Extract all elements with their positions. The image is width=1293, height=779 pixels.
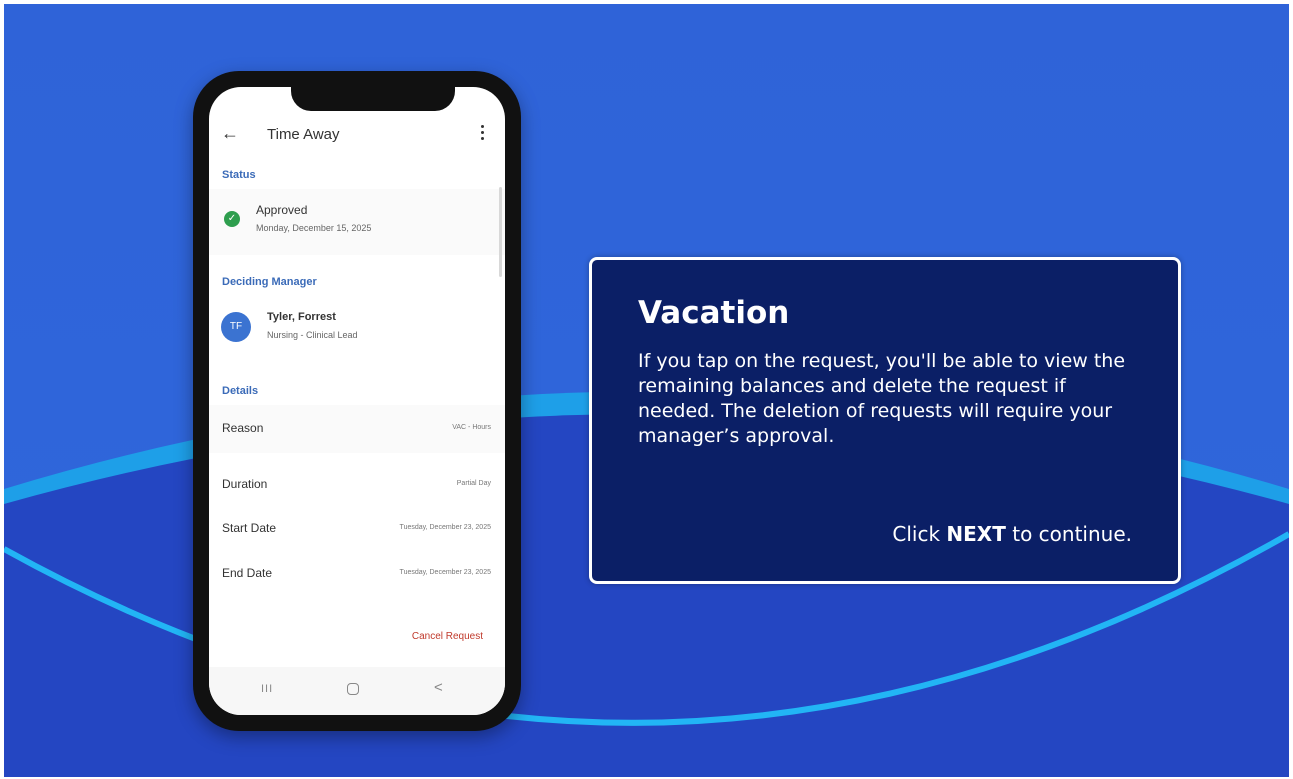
phone-notch bbox=[291, 87, 455, 111]
arrow-left-icon[interactable]: ← bbox=[221, 123, 239, 144]
slide: ← Time Away Status ✓ Approved Monday, De… bbox=[4, 4, 1289, 777]
more-vertical-icon[interactable] bbox=[477, 122, 487, 144]
status-date: Monday, December 15, 2025 bbox=[256, 223, 372, 233]
app-title: Time Away bbox=[267, 126, 340, 143]
detail-value: VAC - Hours bbox=[452, 424, 491, 431]
phone-mockup: ← Time Away Status ✓ Approved Monday, De… bbox=[193, 71, 521, 731]
status-section-label: Status bbox=[222, 169, 256, 181]
cta-suffix: to continue. bbox=[1005, 522, 1132, 546]
home-icon[interactable] bbox=[347, 683, 359, 695]
detail-value: Tuesday, December 23, 2025 bbox=[399, 524, 491, 531]
manager-section-label: Deciding Manager bbox=[222, 276, 317, 288]
manager-role: Nursing - Clinical Lead bbox=[267, 330, 358, 340]
avatar: TF bbox=[221, 312, 251, 342]
manager-name: Tyler, Forrest bbox=[267, 311, 336, 323]
detail-row-end-date: End Date Tuesday, December 23, 2025 bbox=[209, 552, 505, 600]
phone-screen: ← Time Away Status ✓ Approved Monday, De… bbox=[209, 87, 505, 715]
info-title: Vacation bbox=[638, 295, 790, 331]
detail-value: Partial Day bbox=[456, 480, 491, 487]
detail-row-duration: Duration Partial Day bbox=[209, 463, 505, 511]
check-circle-icon: ✓ bbox=[224, 211, 240, 227]
cancel-request-button[interactable]: Cancel Request bbox=[412, 631, 483, 642]
status-value: Approved bbox=[256, 203, 308, 217]
detail-label: Reason bbox=[222, 421, 264, 435]
nav-back-button[interactable]: < bbox=[434, 679, 443, 696]
detail-label: Start Date bbox=[222, 521, 277, 535]
detail-label: Duration bbox=[222, 477, 268, 491]
android-nav-bar: III < bbox=[209, 667, 505, 715]
details-section-label: Details bbox=[222, 385, 259, 397]
status-row: ✓ Approved Monday, December 15, 2025 bbox=[209, 189, 505, 255]
recent-apps-button[interactable]: III bbox=[261, 683, 273, 695]
detail-label: End Date bbox=[222, 566, 273, 580]
cta-prefix: Click bbox=[892, 522, 947, 546]
detail-value: Tuesday, December 23, 2025 bbox=[399, 569, 491, 576]
info-panel: Vacation If you tap on the request, you'… bbox=[589, 257, 1181, 584]
app-bar: ← Time Away bbox=[209, 121, 505, 149]
detail-row-start-date: Start Date Tuesday, December 23, 2025 bbox=[209, 507, 505, 555]
scrollbar[interactable] bbox=[499, 187, 502, 277]
detail-row-reason: Reason VAC - Hours bbox=[209, 405, 505, 453]
cta-next-keyword: NEXT bbox=[946, 522, 1006, 546]
next-instruction: Click NEXT to continue. bbox=[892, 522, 1132, 546]
info-body: If you tap on the request, you'll be abl… bbox=[638, 350, 1126, 447]
